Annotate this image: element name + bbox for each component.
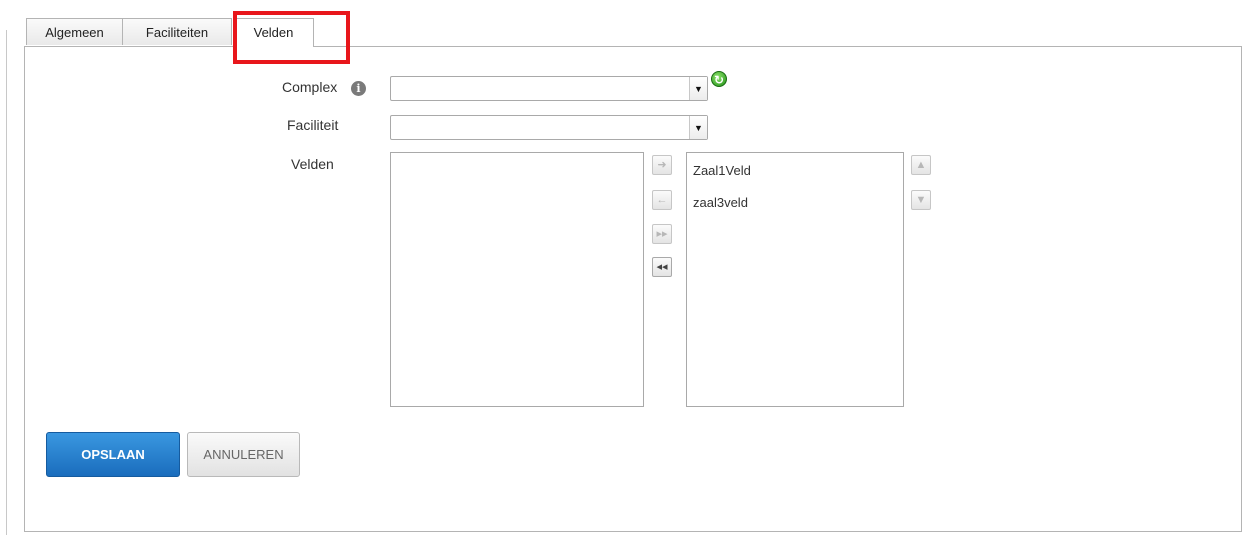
arrow-right-icon[interactable]: ➜	[652, 155, 672, 175]
faciliteit-select[interactable]: ▼	[390, 115, 708, 140]
complex-label: Complex	[282, 79, 338, 95]
chevron-down-icon[interactable]: ▼	[689, 116, 707, 139]
available-fields-list[interactable]	[390, 152, 644, 407]
list-item[interactable]: Zaal1Veld	[693, 163, 751, 178]
chevron-down-icon[interactable]: ▼	[689, 77, 707, 100]
complex-select[interactable]: ▼	[390, 76, 708, 101]
tab-velden[interactable]: Velden	[233, 18, 314, 47]
tab-algemeen[interactable]: Algemeen	[26, 18, 123, 45]
top-strip	[0, 0, 1253, 6]
double-arrow-right-icon[interactable]: ▸▸	[652, 224, 672, 244]
save-button[interactable]: OPSLAAN	[46, 432, 180, 477]
list-item[interactable]: zaal3veld	[693, 195, 748, 210]
double-arrow-left-icon[interactable]: ◂◂	[652, 257, 672, 277]
info-icon[interactable]: i	[351, 81, 366, 96]
left-divider	[6, 30, 7, 535]
arrow-up-icon[interactable]: ▲	[911, 155, 931, 175]
refresh-icon[interactable]: ↻	[711, 71, 727, 87]
cancel-button[interactable]: ANNULEREN	[187, 432, 300, 477]
faciliteit-label: Faciliteit	[287, 117, 339, 133]
arrow-left-icon[interactable]: ←	[652, 190, 672, 210]
tab-faciliteiten[interactable]: Faciliteiten	[122, 18, 232, 45]
selected-fields-list[interactable]: Zaal1Veld zaal3veld	[686, 152, 904, 407]
velden-label: Velden	[291, 156, 334, 172]
arrow-down-icon[interactable]: ▼	[911, 190, 931, 210]
